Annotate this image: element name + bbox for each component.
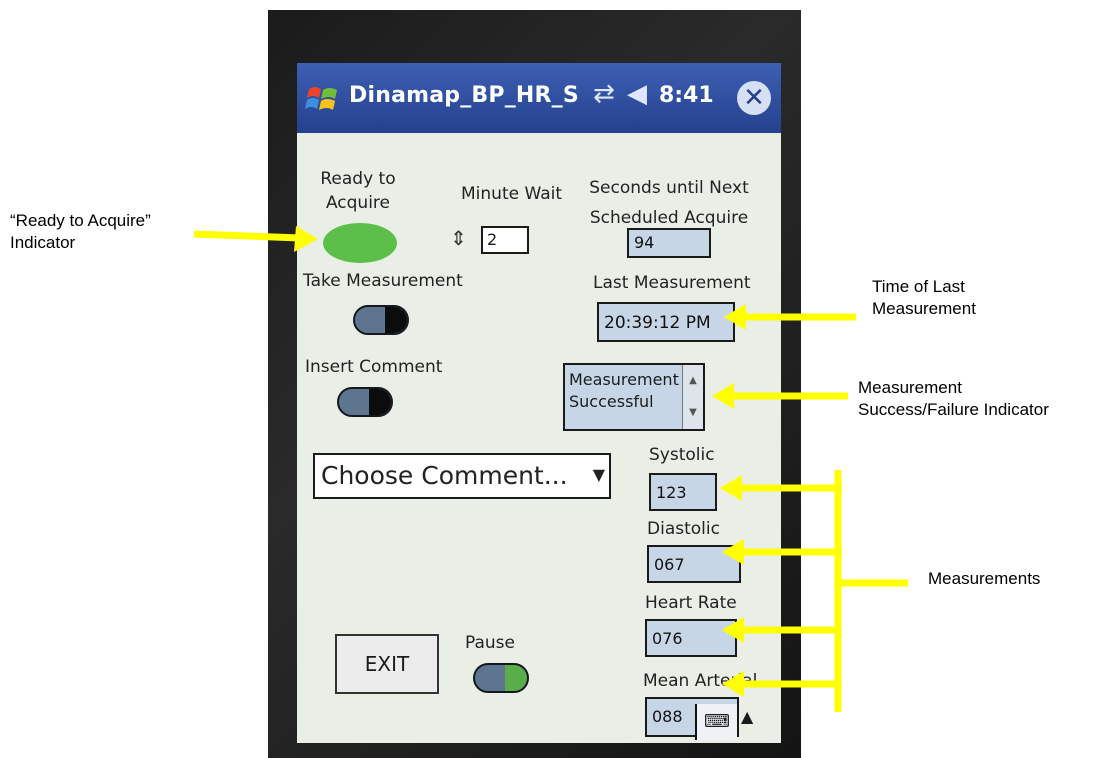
arrow-ready	[193, 230, 301, 242]
arrowhead-success	[712, 383, 734, 409]
annotation-measurements: Measurements	[928, 569, 1041, 588]
annotation-ready: “Ready to Acquire” Indicator	[10, 210, 151, 254]
arrowhead-diastolic	[722, 539, 744, 565]
annotation-ready-line2: Indicator	[10, 233, 76, 252]
arrowhead-time	[724, 304, 746, 330]
annotation-time-line1: Time of Last	[872, 277, 965, 296]
annotation-ready-line1: “Ready to Acquire”	[10, 211, 151, 230]
annotation-success-line1: Measurement	[858, 378, 962, 397]
annotation-success: Measurement Success/Failure Indicator	[858, 377, 1049, 421]
arrowhead-heart-rate	[722, 617, 744, 643]
annotation-time-line2: Measurement	[872, 299, 976, 318]
annotation-success-line2: Success/Failure Indicator	[858, 400, 1049, 419]
annotation-time: Time of Last Measurement	[872, 276, 976, 320]
arrowhead-mean-arterial	[722, 671, 744, 697]
arrowhead-systolic	[720, 475, 742, 501]
arrowhead-ready	[294, 226, 318, 252]
